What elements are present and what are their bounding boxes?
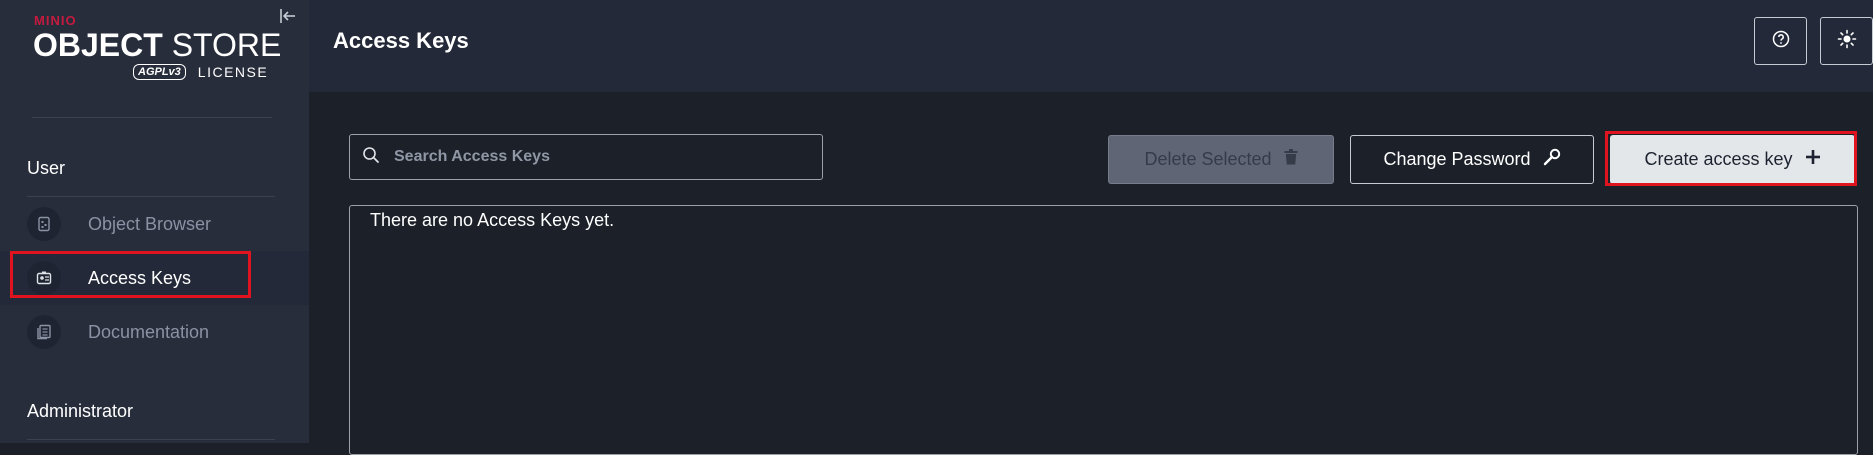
product-title: OBJECT STORE [33, 27, 282, 63]
sidebar-item-label: Documentation [88, 321, 210, 342]
plus-icon [1805, 149, 1821, 170]
delete-selected-button[interactable]: Delete Selected [1108, 135, 1334, 184]
sidebar-item-object-browser[interactable]: Object Browser [0, 197, 309, 251]
key-icon [1543, 148, 1561, 171]
sidebar-item-documentation[interactable]: Documentation [0, 305, 309, 359]
sun-icon [1837, 29, 1857, 54]
page-header: Access Keys [309, 0, 1873, 92]
delete-label: Delete Selected [1144, 149, 1272, 169]
trash-icon [1284, 149, 1298, 170]
divider [32, 117, 272, 118]
change-password-label: Change Password [1383, 149, 1531, 169]
brand-name: MINIO [34, 13, 77, 28]
section-label-user: User [27, 158, 66, 178]
search-icon [350, 146, 380, 169]
sidebar-item-access-keys[interactable]: Access Keys [0, 251, 309, 305]
page-title: Access Keys [333, 28, 469, 53]
help-icon [1772, 30, 1790, 53]
object-browser-icon [27, 207, 61, 241]
search-box [349, 134, 823, 180]
divider [27, 439, 275, 440]
help-button[interactable] [1754, 17, 1807, 65]
change-password-button[interactable]: Change Password [1350, 135, 1594, 184]
search-input[interactable] [392, 147, 796, 167]
collapse-sidebar-icon[interactable] [278, 6, 298, 26]
create-access-key-button[interactable]: Create access key [1610, 135, 1855, 184]
section-label-administrator: Administrator [27, 401, 134, 421]
license-row: AGPLv3 LICENSE [133, 64, 268, 80]
sidebar: MINIO OBJECT STORE AGPLv3 LICENSE User O… [0, 0, 309, 443]
license-label: LICENSE [197, 64, 269, 80]
empty-state-message: There are no Access Keys yet. [370, 210, 615, 230]
create-label: Create access key [1644, 149, 1793, 169]
access-keys-icon [27, 261, 61, 295]
access-keys-list: There are no Access Keys yet. [349, 205, 1858, 455]
agpl-badge: AGPLv3 [133, 64, 186, 80]
sidebar-item-label: Access Keys [88, 267, 192, 288]
sidebar-item-label: Object Browser [88, 213, 212, 234]
theme-toggle-button[interactable] [1820, 17, 1873, 65]
documentation-icon [27, 315, 61, 349]
